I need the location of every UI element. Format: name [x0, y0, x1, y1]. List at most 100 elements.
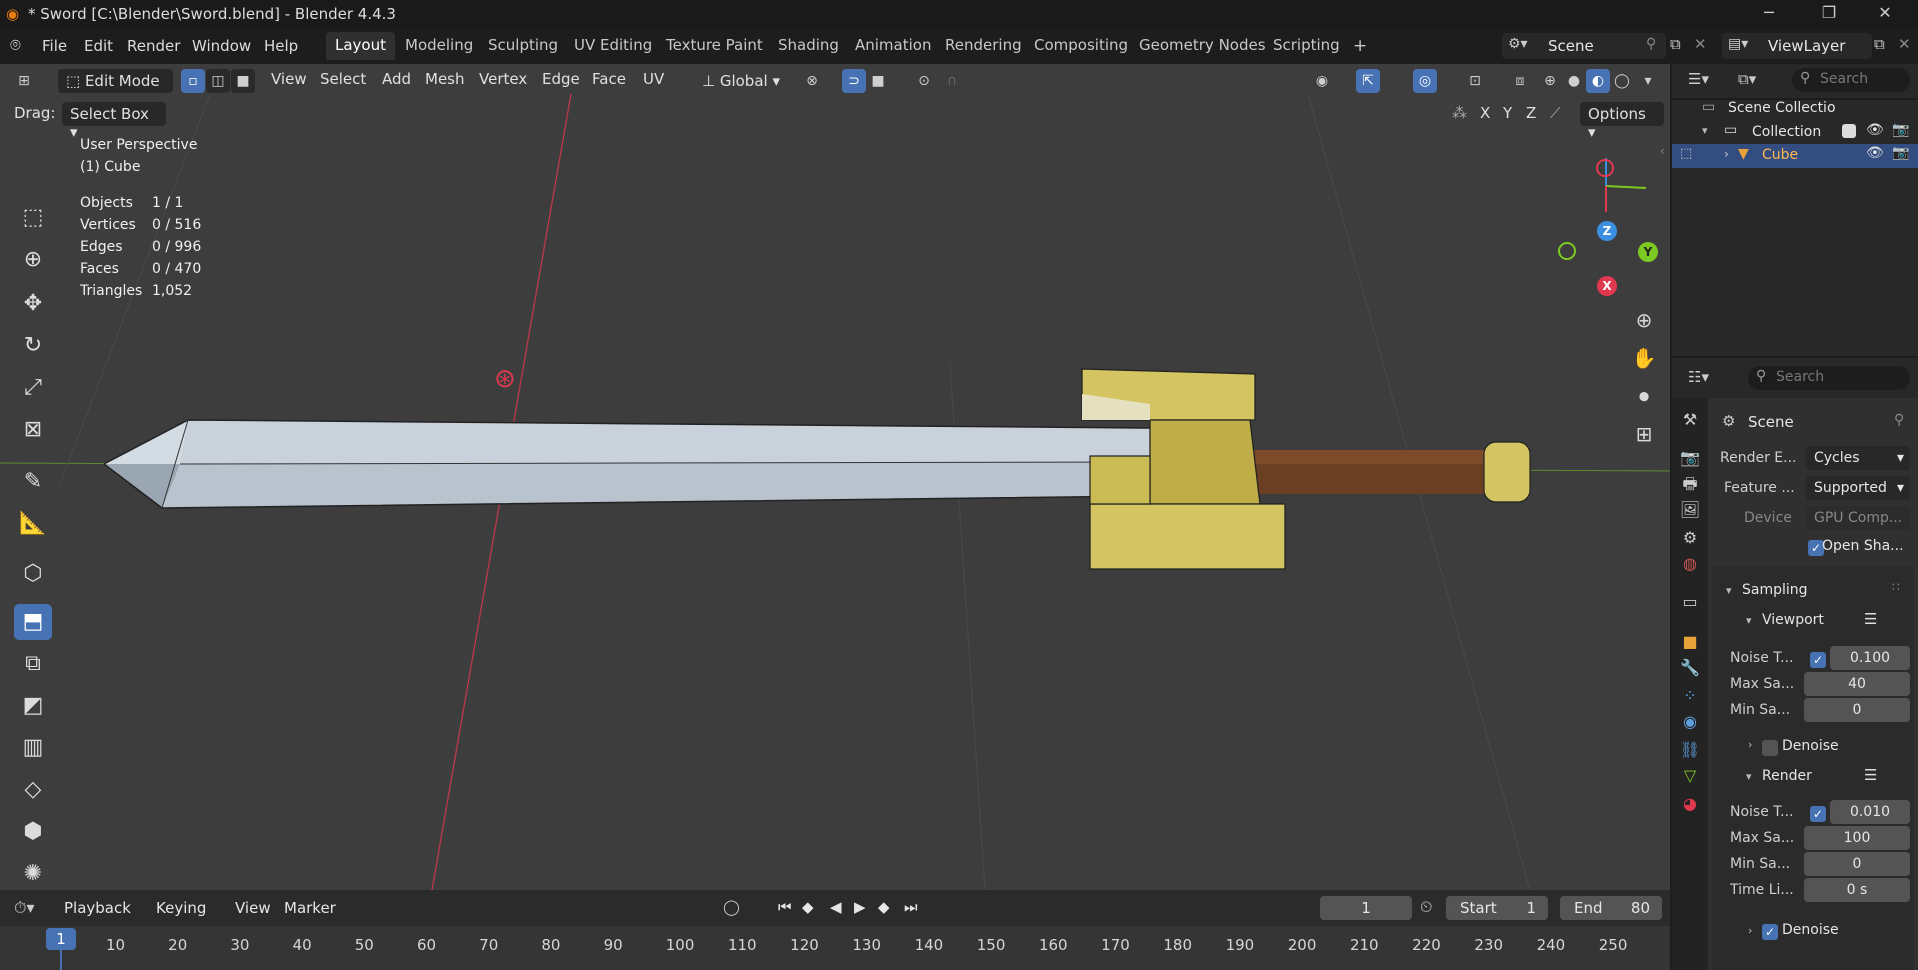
- mirror-y-toggle[interactable]: Y: [1503, 104, 1512, 122]
- viewport-subpanel-header[interactable]: Viewport: [1762, 612, 1824, 628]
- minimize-button[interactable]: ─: [1746, 3, 1792, 22]
- play-reverse-icon[interactable]: ◀: [830, 898, 842, 916]
- r-noise-field[interactable]: 0.010: [1830, 800, 1910, 824]
- outliner[interactable]: ☰▾ ⧉▾ ⚲ Search ▭ Scene Collectio ▾ ▭ Col…: [1672, 64, 1918, 356]
- gizmo-neg-z[interactable]: [1596, 159, 1614, 177]
- bevel-tool-icon[interactable]: ◩: [14, 688, 52, 724]
- output-tab-icon[interactable]: 🖶: [1678, 472, 1702, 496]
- render-engine-dropdown[interactable]: Cycles ▾: [1806, 446, 1910, 470]
- display-mode-icon[interactable]: ⧉▾: [1738, 70, 1756, 88]
- visibility-icon[interactable]: ◉: [1310, 69, 1334, 93]
- editor-type-icon[interactable]: ⊞: [12, 69, 36, 93]
- play-icon[interactable]: ▶: [854, 898, 866, 916]
- auto-key-icon[interactable]: ◯: [723, 898, 740, 916]
- jump-start-icon[interactable]: ⏮: [778, 898, 792, 916]
- tab-scripting[interactable]: Scripting: [1264, 32, 1349, 60]
- scene-tab-icon[interactable]: ⚙: [1678, 526, 1702, 550]
- next-keyframe-icon[interactable]: ◆: [878, 898, 890, 916]
- physics-tab-icon[interactable]: ◉: [1678, 710, 1702, 734]
- collection-tab-icon[interactable]: ▭: [1678, 590, 1702, 614]
- add-workspace-button[interactable]: +: [1344, 32, 1376, 60]
- denoise2-checkbox[interactable]: ✓: [1762, 924, 1778, 940]
- sidebar-toggle-icon[interactable]: ‹: [1660, 144, 1665, 158]
- vp-min-field[interactable]: 0: [1804, 698, 1910, 722]
- menu-vertex[interactable]: Vertex: [479, 70, 527, 88]
- maximize-button[interactable]: ❐: [1806, 3, 1852, 22]
- view-layer-selector[interactable]: ▤▾ ViewLayer: [1722, 33, 1872, 59]
- new-view-layer-icon[interactable]: ⧉: [1874, 35, 1885, 53]
- tab-uv-editing[interactable]: UV Editing: [565, 32, 661, 60]
- edge-select-icon[interactable]: ◫: [206, 69, 230, 93]
- measure-tool-icon[interactable]: 📐: [14, 506, 52, 542]
- render-presets-icon[interactable]: ☰: [1864, 766, 1877, 784]
- snap-target-icon[interactable]: ■: [866, 69, 890, 93]
- timeline-marker-menu[interactable]: Marker: [284, 899, 336, 917]
- playhead[interactable]: 1: [46, 928, 76, 950]
- 3d-viewport[interactable]: ⊞ ⬚ Edit Mode ▫ ◫ ■ View Select Add Mesh…: [0, 64, 1670, 890]
- scene-selector[interactable]: ⚙▾ Scene ⚲: [1502, 33, 1666, 59]
- rotate-tool-icon[interactable]: ↻: [14, 328, 52, 364]
- menu-add[interactable]: Add: [382, 70, 411, 88]
- render-expand-icon[interactable]: ▾: [1746, 770, 1752, 783]
- tab-layout[interactable]: Layout: [326, 32, 395, 60]
- pan-hand-icon[interactable]: ✋: [1628, 342, 1660, 374]
- tab-geometry-nodes[interactable]: Geometry Nodes: [1130, 32, 1275, 60]
- menu-file[interactable]: File: [36, 35, 73, 57]
- gizmo-toggle-icon[interactable]: ⇱: [1356, 69, 1380, 93]
- r-max-field[interactable]: 100: [1804, 826, 1910, 850]
- collection-visibility-icon[interactable]: 👁: [1866, 122, 1884, 138]
- snap-icon[interactable]: ⊃: [842, 69, 866, 93]
- feature-set-dropdown[interactable]: Supported ▾: [1806, 476, 1910, 500]
- annotate-tool-icon[interactable]: ✎: [14, 464, 52, 500]
- timeline-ruler[interactable]: 10 20 30 40 50 60 70 80 90 100 110 120 130 140 150 160 1…: [0, 926, 1670, 970]
- mirror-icon[interactable]: ⁂: [1452, 104, 1467, 122]
- scale-tool-icon[interactable]: ⤢: [14, 370, 52, 406]
- tool-tab-icon[interactable]: ⚒: [1678, 408, 1702, 432]
- constraints-tab-icon[interactable]: ⛓: [1678, 738, 1702, 762]
- outliner-editor-icon[interactable]: ☰▾: [1688, 70, 1709, 88]
- time-limit-field[interactable]: 0 s: [1804, 878, 1910, 902]
- timeline[interactable]: ⏱▾ Playback Keying View Marker ◯ ⏮ ◆ ◀ ▶…: [0, 890, 1670, 970]
- timeline-playback-menu[interactable]: Playback: [64, 899, 131, 917]
- tab-shading[interactable]: Shading: [769, 32, 848, 60]
- timeline-keying-menu[interactable]: Keying: [156, 899, 206, 917]
- menu-uv[interactable]: UV: [643, 70, 664, 88]
- solid-shading-icon[interactable]: ●: [1562, 69, 1586, 93]
- transform-orientation-dropdown[interactable]: ⊥ Global ▾: [694, 69, 790, 93]
- denoise-expand-icon[interactable]: ›: [1748, 738, 1752, 751]
- menu-view[interactable]: View: [271, 70, 307, 88]
- menu-window[interactable]: Window: [186, 35, 257, 57]
- denoise2-label[interactable]: Denoise: [1782, 922, 1839, 938]
- modifier-tab-icon[interactable]: 🔧: [1678, 656, 1702, 680]
- material-shading-icon[interactable]: ◐: [1586, 69, 1610, 93]
- timeline-view-menu[interactable]: View: [235, 899, 271, 917]
- cube-render-icon[interactable]: 📷: [1892, 145, 1909, 161]
- collection-exclude-checkbox[interactable]: [1842, 124, 1856, 138]
- spin-tool-icon[interactable]: ✺: [14, 856, 52, 890]
- delete-scene-icon[interactable]: ✕: [1694, 35, 1707, 53]
- falloff-icon[interactable]: ∩: [940, 69, 964, 93]
- sampling-drag-icon[interactable]: ∷: [1892, 580, 1900, 594]
- properties-pin-icon[interactable]: ⚲: [1894, 412, 1904, 428]
- gizmo-x-axis[interactable]: X: [1597, 276, 1617, 296]
- object-tab-icon[interactable]: ■: [1678, 630, 1702, 654]
- timeline-editor-icon[interactable]: ⏱▾: [14, 898, 35, 918]
- vp-noise-checkbox[interactable]: ✓: [1810, 652, 1826, 668]
- mesh-overlay-icon[interactable]: ⊡: [1463, 69, 1487, 93]
- end-frame-field[interactable]: End 80: [1560, 896, 1662, 920]
- menu-select[interactable]: Select: [320, 70, 366, 88]
- xray-icon[interactable]: ⧈: [1508, 69, 1532, 93]
- ortho-grid-icon[interactable]: ⊞: [1628, 418, 1660, 450]
- vp-max-field[interactable]: 40: [1804, 672, 1910, 696]
- topology-mirror-icon[interactable]: ⟋: [1550, 104, 1561, 122]
- 3d-cursor-icon[interactable]: ⊛: [494, 364, 516, 394]
- particles-tab-icon[interactable]: ⁘: [1678, 684, 1702, 708]
- move-tool-icon[interactable]: ✥: [14, 286, 52, 322]
- tab-texture-paint[interactable]: Texture Paint: [657, 32, 772, 60]
- denoise-label[interactable]: Denoise: [1782, 738, 1839, 754]
- denoise-checkbox[interactable]: [1762, 740, 1778, 756]
- overlay-toggle-icon[interactable]: ◎: [1413, 69, 1437, 93]
- menu-help[interactable]: Help: [258, 35, 304, 57]
- properties-editor[interactable]: ☷▾ ⚲ Search ⚒ 📷 🖶 🖼 ⚙ ◍ ▭ ■ 🔧 ⁘ ◉ ⛓ ▽ ◕ …: [1672, 358, 1918, 970]
- transform-tool-icon[interactable]: ⊠: [14, 412, 52, 448]
